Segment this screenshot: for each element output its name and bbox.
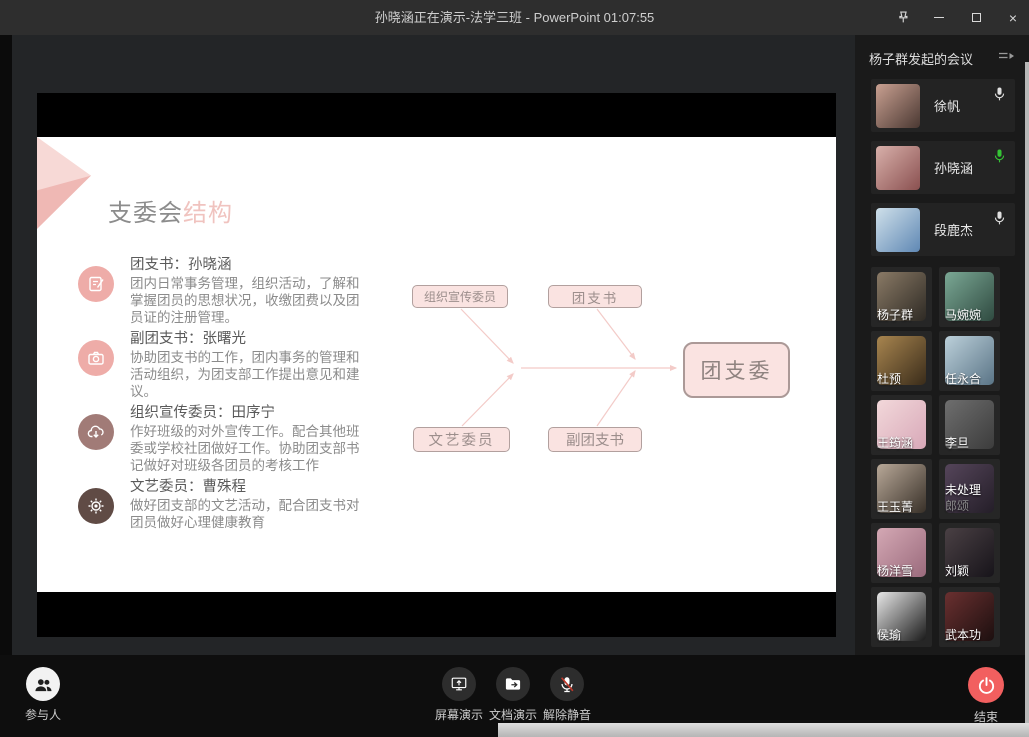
bullet-item: 组织宣传委员：田序宁 作好班级的对外宣传工作。配合其他班委或学校社团做好工作。协… [78,404,390,474]
diagram-box-deputy: 副团支书 [548,427,642,452]
window-controls: × [894,0,1021,35]
mic-icon[interactable] [993,148,1006,169]
bullet-title: 团支书：孙晓涵 [130,256,366,275]
participant-tile[interactable]: 武本功 [939,587,1000,647]
background-window-right [1025,62,1029,723]
mic-icon[interactable] [993,86,1006,107]
participant-tile[interactable]: 王筠涵 [871,395,932,455]
screen-share-icon [442,667,476,701]
participant-name: 武本功 [945,626,981,643]
participant-name: 杨子群 [877,306,913,323]
folder-share-icon [496,667,530,701]
participant-row[interactable]: 段鹿杰 [871,203,1015,256]
slide-letterbox-top [37,93,836,137]
gear-icon [78,488,114,524]
participant-name: 王玉菁 [877,498,913,515]
participant-tile[interactable]: 李旦 [939,395,1000,455]
bullet-body: 协助团支书的工作，团内事务的管理和活动组织，为团支部工作提出意见和建议。 [130,349,366,400]
participants-label: 参与人 [25,706,61,723]
shared-screen-area: 支委会结构 团支书：孙晓涵 团内日常事务管理，组织活动，了解和掌握团员的思想状况… [12,35,855,655]
bullet-body: 团内日常事务管理，组织活动，了解和掌握团员的思想状况，收缴团费以及团员证的注册管… [130,275,366,326]
participant-tile[interactable]: 王玉菁 [871,459,932,519]
people-icon [26,667,60,701]
participant-name: 侯瑜 [877,626,901,643]
mic-muted-icon [550,667,584,701]
participant-tile[interactable]: 刘颖 [939,523,1000,583]
meeting-title: 杨子群发起的会议 [869,52,973,67]
slide-title: 支委会结构 [108,193,233,228]
diagram-box-secretary: 团支书 [548,285,642,308]
participant-tile[interactable]: 任永合 [939,331,1000,391]
slide-bullet-list: 团支书：孙晓涵 团内日常事务管理，组织活动，了解和掌握团员的思想状况，收缴团费以… [78,256,390,535]
end-meeting-button[interactable]: 结束 [959,655,1013,725]
cloud-download-icon [78,414,114,450]
diagram-box-committee: 团支委 [683,342,790,398]
slide-letterbox-bottom [37,592,836,637]
background-window-bottom [498,723,1029,737]
participant-name: 王筠涵 [877,434,913,451]
participant-name: 李旦 [945,434,969,451]
participant-tile[interactable]: 侯瑜 [871,587,932,647]
unmute-button[interactable]: 解除静音 [540,655,594,723]
center-tools: 屏幕演示 文档演示 解除静音 [432,655,594,723]
background-window-edge [0,35,12,655]
paper-plane-decoration [37,137,91,229]
participant-name: 刘颖 [945,562,969,579]
participants-button[interactable]: 参与人 [16,655,70,723]
participant-name: 杨洋雪 [877,562,913,579]
participant-name: 杜预 [877,370,901,387]
participants-sidebar: 杨子群发起的会议 徐帆孙晓涵段鹿杰 杨子群 马婉婉杜预 任永合王筠涵 李旦王玉菁 未处理… [855,35,1029,655]
doc-share-button[interactable]: 文档演示 [486,655,540,723]
participant-tile[interactable]: 未处理郎颂 [939,459,1000,519]
bullet-item: 团支书：孙晓涵 团内日常事务管理，组织活动，了解和掌握团员的思想状况，收缴团费以… [78,256,390,326]
unmute-label: 解除静音 [543,706,591,723]
participant-name: 未处理 [945,481,981,498]
participant-subname: 郎颂 [945,497,969,514]
maximize-icon[interactable] [968,10,984,26]
bullet-body: 做好团支部的文艺活动，配合团支书对团员做好心理健康教育 [130,497,366,531]
avatar [876,146,920,190]
bullet-title: 副团支书：张曙光 [130,330,366,349]
participant-name: 段鹿杰 [934,220,973,239]
bullet-item: 副团支书：张曙光 协助团支书的工作，团内事务的管理和活动组织，为团支部工作提出意… [78,330,390,400]
minimize-icon[interactable] [931,10,947,26]
diagram-box-org: 组织宣传委员 [412,285,508,308]
screen-share-label: 屏幕演示 [435,706,483,723]
participant-name: 任永合 [945,370,981,387]
close-icon[interactable]: × [1005,10,1021,26]
meeting-header: 杨子群发起的会议 [855,35,1029,79]
bullet-title: 组织宣传委员：田序宁 [130,404,366,423]
mic-icon[interactable] [993,210,1006,231]
note-edit-icon [78,266,114,302]
bullet-body: 作好班级的对外宣传工作。配合其他班委或学校社团做好工作。协助团支部书记做好对班级… [130,423,366,474]
doc-share-label: 文档演示 [489,706,537,723]
diagram-box-arts: 文艺委员 [413,427,510,452]
avatar [876,208,920,252]
pin-icon[interactable] [894,10,910,26]
participant-tile[interactable]: 杨洋雪 [871,523,932,583]
participant-tile[interactable]: 马婉婉 [939,267,1000,327]
participant-tile-grid: 杨子群 马婉婉杜预 任永合王筠涵 李旦王玉菁 未处理郎颂杨洋雪 刘颖侯瑜 武本功 [871,267,1029,647]
presentation-slide: 支委会结构 团支书：孙晓涵 团内日常事务管理，组织活动，了解和掌握团员的思想状况… [37,93,836,637]
bullet-title: 文艺委员：曹殊程 [130,478,366,497]
titlebar: 孙晓涵正在演示-法学三班 - PowerPoint 01:07:55 × [0,0,1029,35]
participant-row[interactable]: 徐帆 [871,79,1015,132]
bullet-item: 文艺委员：曹殊程 做好团支部的文艺活动，配合团支书对团员做好心理健康教育 [78,478,390,531]
participant-tile[interactable]: 杜预 [871,331,932,391]
participant-tile[interactable]: 杨子群 [871,267,932,327]
participant-wide-list: 徐帆孙晓涵段鹿杰 [871,79,1015,256]
avatar [876,84,920,128]
window-title: 孙晓涵正在演示-法学三班 - PowerPoint 01:07:55 [0,0,1029,35]
power-icon [968,667,1004,703]
participant-name: 孙晓涵 [934,158,973,177]
participant-name: 马婉婉 [945,306,981,323]
participant-name: 徐帆 [934,96,960,115]
meeting-list-collapse-icon[interactable] [998,49,1015,66]
participant-row[interactable]: 孙晓涵 [871,141,1015,194]
screen-share-button[interactable]: 屏幕演示 [432,655,486,723]
camera-icon [78,340,114,376]
